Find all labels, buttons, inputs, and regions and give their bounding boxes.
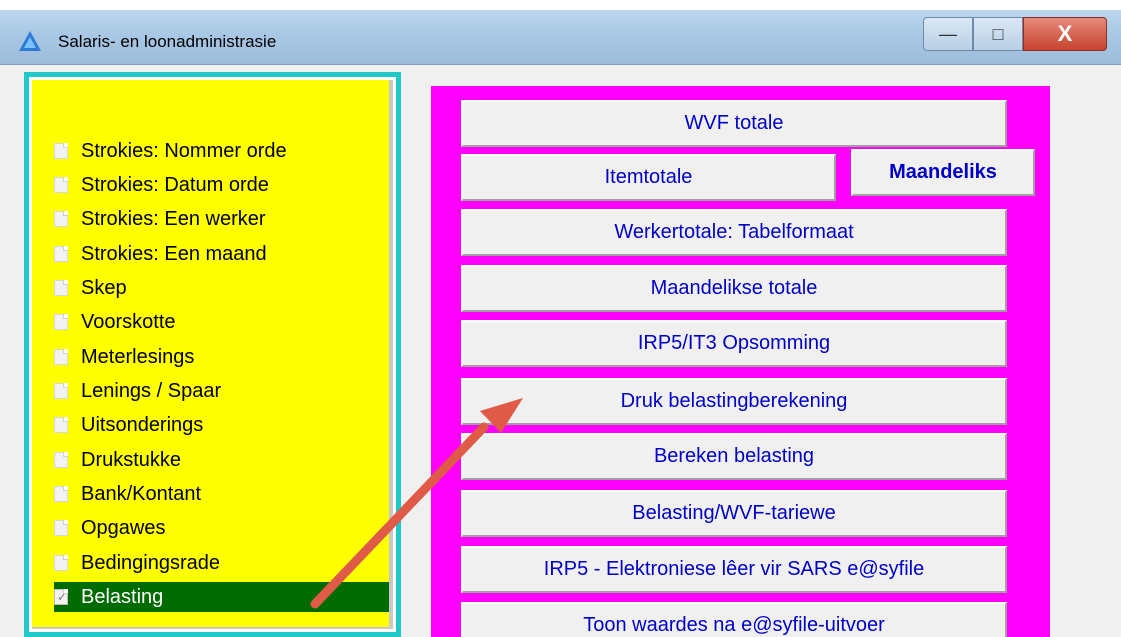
menu-item-strokies-een-maand[interactable]: Strokies: Een maand bbox=[54, 239, 267, 269]
document-icon bbox=[54, 452, 68, 468]
document-icon bbox=[54, 383, 68, 399]
menu-item-label: Uitsonderings bbox=[81, 413, 204, 436]
menu-item-label: Opgawes bbox=[81, 516, 166, 539]
toon-waardes-button[interactable]: Toon waardes na e@syfile-uitvoer bbox=[461, 602, 1007, 637]
close-icon: X bbox=[1057, 21, 1073, 46]
checked-document-icon: ✓ bbox=[54, 589, 68, 605]
window-title-bar: Salaris- en loonadministrasie — □ X bbox=[0, 10, 1121, 65]
close-button[interactable]: X bbox=[1023, 17, 1107, 51]
menu-item-label: Meterlesings bbox=[81, 345, 195, 368]
menu-item-lenings-spaar[interactable]: Lenings / Spaar bbox=[54, 376, 221, 406]
itemtotale-button[interactable]: Itemtotale bbox=[461, 154, 836, 201]
document-icon bbox=[54, 520, 68, 536]
menu-item-label: Bank/Kontant bbox=[81, 482, 202, 505]
menu-frame: Strokies: Nommer orde Strokies: Datum or… bbox=[24, 72, 401, 637]
menu-item-meterlesings[interactable]: Meterlesings bbox=[54, 342, 194, 372]
document-icon bbox=[54, 177, 68, 193]
menu-item-voorskotte[interactable]: Voorskotte bbox=[54, 307, 176, 337]
window-controls: — □ X bbox=[923, 17, 1107, 51]
menu-item-bedingingsrade[interactable]: Bedingingsrade bbox=[54, 548, 220, 578]
application-window: Salaris- en loonadministrasie — □ X Stro… bbox=[0, 10, 1121, 637]
maandeliks-button[interactable]: Maandeliks bbox=[851, 149, 1035, 196]
blue-triangle-logo-icon bbox=[19, 31, 41, 51]
maximize-icon: □ bbox=[992, 23, 1004, 44]
wvf-totale-button[interactable]: WVF totale bbox=[461, 100, 1007, 147]
document-icon bbox=[54, 417, 68, 433]
check-icon: ✓ bbox=[57, 590, 68, 604]
document-icon bbox=[54, 349, 68, 365]
menu-item-opgawes[interactable]: Opgawes bbox=[54, 513, 166, 543]
document-icon bbox=[54, 314, 68, 330]
menu-item-label: Strokies: Datum orde bbox=[81, 173, 269, 196]
document-icon bbox=[54, 211, 68, 227]
menu-item-uitsonderings[interactable]: Uitsonderings bbox=[54, 410, 203, 440]
minimize-button[interactable]: — bbox=[923, 17, 973, 51]
menu-item-drukstukke[interactable]: Drukstukke bbox=[54, 445, 181, 475]
document-icon bbox=[54, 280, 68, 296]
belasting-wvf-tariewe-button[interactable]: Belasting/WVF-tariewe bbox=[461, 490, 1007, 537]
menu-item-belasting[interactable]: ✓ Belasting bbox=[54, 582, 389, 612]
menu-item-skep[interactable]: Skep bbox=[54, 273, 127, 303]
menu-item-strokies-datum-orde[interactable]: Strokies: Datum orde bbox=[54, 170, 269, 200]
druk-belastingberekening-button[interactable]: Druk belastingberekening bbox=[461, 378, 1007, 425]
menu-item-label: Lenings / Spaar bbox=[81, 379, 222, 402]
top-clipped-text-strip bbox=[0, 0, 1121, 10]
document-icon bbox=[54, 486, 68, 502]
menu-item-label: Strokies: Een werker bbox=[81, 207, 266, 230]
actions-panel: WVF totale Itemtotale Maandeliks Werkert… bbox=[431, 86, 1050, 637]
maximize-button[interactable]: □ bbox=[973, 17, 1023, 51]
document-icon bbox=[54, 246, 68, 262]
irp5-it3-opsomming-button[interactable]: IRP5/IT3 Opsomming bbox=[461, 320, 1007, 367]
irp5-elektroniese-leer-button[interactable]: IRP5 - Elektroniese lêer vir SARS e@syfi… bbox=[461, 546, 1007, 593]
werkertotale-tabelformaat-button[interactable]: Werkertotale: Tabelformaat bbox=[461, 209, 1007, 256]
window-title: Salaris- en loonadministrasie bbox=[58, 32, 277, 51]
menu-item-strokies-een-werker[interactable]: Strokies: Een werker bbox=[54, 204, 266, 234]
menu-item-label: Skep bbox=[81, 276, 127, 299]
maandelikse-totale-button[interactable]: Maandelikse totale bbox=[461, 265, 1007, 312]
menu-panel: Strokies: Nommer orde Strokies: Datum or… bbox=[32, 80, 393, 629]
menu-item-strokies-nommer-orde[interactable]: Strokies: Nommer orde bbox=[54, 136, 287, 166]
menu-item-label: Strokies: Een maand bbox=[81, 242, 267, 265]
menu-item-label: Voorskotte bbox=[81, 310, 176, 333]
menu-item-label: Strokies: Nommer orde bbox=[81, 139, 287, 162]
document-icon bbox=[54, 143, 68, 159]
menu-item-label: Bedingingsrade bbox=[81, 551, 220, 574]
menu-item-bank-kontant[interactable]: Bank/Kontant bbox=[54, 479, 201, 509]
menu-item-label: Belasting bbox=[81, 585, 164, 608]
bereken-belasting-button[interactable]: Bereken belasting bbox=[461, 433, 1007, 480]
menu-item-label: Drukstukke bbox=[81, 448, 182, 471]
minimize-icon: — bbox=[939, 23, 957, 44]
document-icon bbox=[54, 555, 68, 571]
